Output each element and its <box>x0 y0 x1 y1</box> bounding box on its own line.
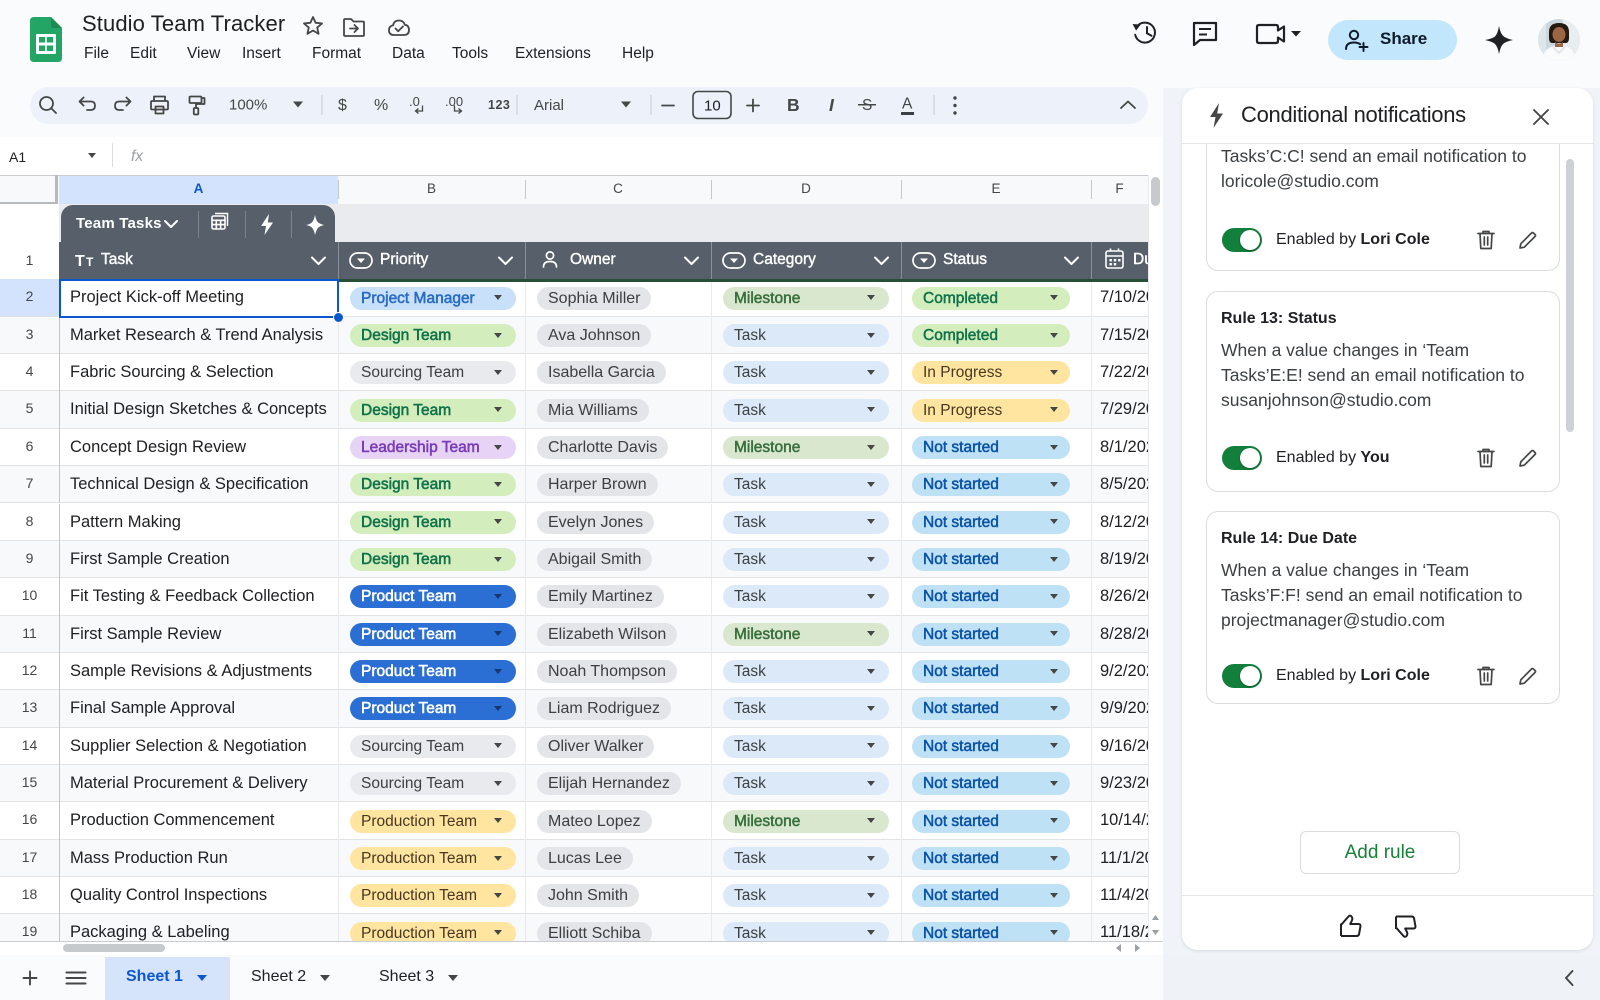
svg-text:I: I <box>829 95 835 115</box>
svg-text:Arial: Arial <box>534 97 564 114</box>
svg-text:S: S <box>862 97 872 114</box>
svg-text:A: A <box>902 96 913 113</box>
svg-text:$: $ <box>338 97 347 114</box>
svg-text:T: T <box>75 253 85 270</box>
svg-text:.0: .0 <box>409 94 420 109</box>
svg-text:B: B <box>787 95 800 115</box>
svg-text:123: 123 <box>488 98 510 112</box>
svg-text:10: 10 <box>704 98 721 115</box>
svg-text:%: % <box>374 97 388 114</box>
svg-text:T: T <box>86 255 94 269</box>
svg-text:100%: 100% <box>229 97 267 114</box>
